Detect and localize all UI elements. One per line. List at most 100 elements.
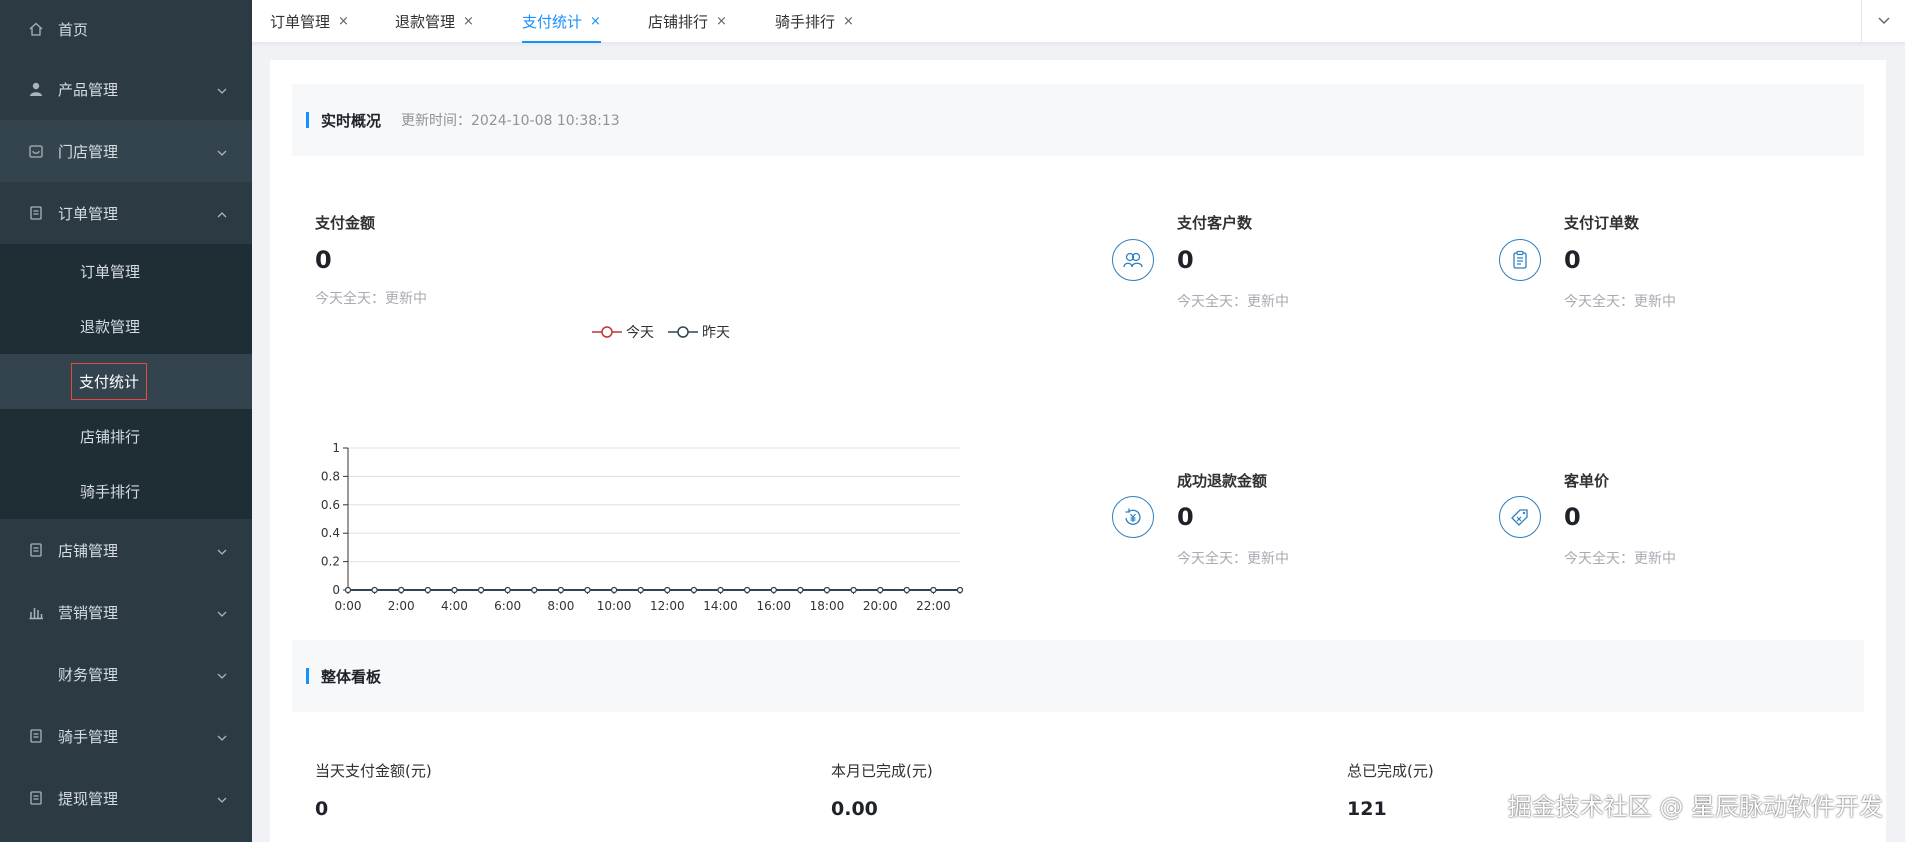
chart-legend: 今天 昨天 — [592, 322, 744, 342]
close-icon[interactable]: × — [590, 14, 601, 29]
tab-bar: 订单管理 × 退款管理 × 支付统计 × 店铺排行 × 骑手排行 × — [252, 0, 1905, 43]
close-icon[interactable]: × — [338, 14, 349, 29]
chevron-down-icon — [216, 668, 228, 680]
tab-payment-stats[interactable]: 支付统计 × — [522, 0, 601, 43]
data-point — [637, 586, 644, 594]
tab-shop-rank[interactable]: 店铺排行 × — [648, 0, 727, 43]
sidebar-item-product[interactable]: 产品管理 — [0, 58, 252, 120]
data-point — [584, 586, 591, 594]
pay-customers-sub: 今天全天：更新中 — [1177, 294, 1289, 310]
chevron-down-icon — [216, 83, 228, 95]
sidebar-subitem-shop-rank[interactable]: 店铺排行 — [0, 409, 252, 464]
close-icon[interactable]: × — [843, 14, 854, 29]
tab-refund-management[interactable]: 退款管理 × — [395, 0, 474, 43]
update-time: 更新时间：2024-10-08 10:38:13 — [401, 113, 620, 129]
rider-icon — [28, 728, 44, 744]
section-accent-bar — [306, 112, 309, 128]
sidebar-item-label: 首页 — [58, 20, 89, 39]
x-tick-label: 14:00 — [703, 599, 738, 610]
data-point — [344, 586, 352, 594]
data-point — [930, 586, 937, 594]
section-title: 整体看板 — [321, 667, 382, 686]
sidebar-item-finance[interactable]: 财务管理 — [0, 643, 252, 705]
legend-item-today[interactable]: 今天 — [592, 322, 654, 342]
tab-order-management[interactable]: 订单管理 × — [270, 0, 349, 43]
board-month-label: 本月已完成(元) — [831, 762, 933, 780]
data-point — [451, 586, 458, 594]
chevron-up-icon — [216, 207, 228, 219]
sidebar-item-label: 提现管理 — [58, 789, 119, 808]
pay-amount-sub: 今天全天：更新中 — [315, 291, 427, 307]
data-point — [744, 586, 751, 594]
x-tick-label: 4:00 — [441, 599, 468, 610]
sidebar-item-marketing[interactable]: 营销管理 — [0, 581, 252, 643]
price-tag-icon — [1499, 496, 1541, 538]
unit-price-value: 0 — [1564, 503, 1581, 531]
board-total-label: 总已完成(元) — [1347, 762, 1434, 780]
y-tick-label: 0 — [332, 583, 340, 597]
sidebar-subitem-refund[interactable]: 退款管理 — [0, 299, 252, 354]
y-tick-label: 0.6 — [321, 498, 340, 512]
unit-price-label: 客单价 — [1564, 472, 1610, 490]
board-today-label: 当天支付金额(元) — [315, 762, 432, 780]
sidebar-item-rider[interactable]: 骑手管理 — [0, 705, 252, 767]
legend-item-yesterday[interactable]: 昨天 — [668, 322, 730, 342]
watermark: 掘金技术社区 @ 星辰脉动软件开发 — [1507, 793, 1883, 821]
x-tick-label: 18:00 — [810, 599, 845, 610]
y-tick-label: 0.4 — [321, 526, 340, 540]
pay-customers-label: 支付客户数 — [1177, 214, 1253, 232]
x-tick-label: 12:00 — [650, 599, 685, 610]
x-tick-label: 2:00 — [388, 599, 415, 610]
data-point — [398, 586, 405, 594]
refund-amount-label: 成功退款金额 — [1177, 472, 1268, 490]
close-icon[interactable]: × — [463, 14, 474, 29]
pay-amount-label: 支付金额 — [315, 214, 376, 232]
x-tick-label: 6:00 — [494, 599, 521, 610]
x-tick-label: 22:00 — [916, 599, 951, 610]
data-point — [610, 586, 618, 594]
data-point — [903, 586, 910, 594]
refund-yen-icon — [1112, 496, 1154, 538]
sidebar-item-label: 订单管理 — [58, 204, 119, 223]
sidebar-item-label: 门店管理 — [58, 142, 119, 161]
shop-icon — [28, 542, 44, 558]
board-total-value: 121 — [1347, 798, 1387, 820]
section-title: 实时概况 — [321, 111, 382, 130]
order-submenu: 订单管理 退款管理 支付统计 店铺排行 骑手排行 — [0, 244, 252, 519]
pay-orders-sub: 今天全天：更新中 — [1564, 294, 1676, 310]
payment-line-chart: 00.20.40.60.810:00 2:00 4:00 6:00 8:00 10:00 1… — [321, 441, 964, 610]
chevron-down-icon — [216, 145, 228, 157]
data-point — [424, 586, 431, 594]
user-icon — [28, 81, 44, 97]
data-point — [531, 586, 538, 594]
sidebar-item-home[interactable]: 首页 — [0, 0, 252, 58]
legend-label: 昨天 — [702, 325, 730, 341]
sidebar-subitem-payment-stats[interactable]: 支付统计 — [0, 354, 252, 409]
sidebar-item-withdraw[interactable]: 提现管理 — [0, 767, 252, 829]
y-tick-label: 1 — [332, 441, 340, 455]
board-header: 整体看板 — [292, 640, 1864, 712]
unit-price-sub: 今天全天：更新中 — [1564, 551, 1676, 567]
order-icon — [28, 205, 44, 221]
data-point — [717, 586, 724, 594]
chevron-down-icon — [1877, 13, 1891, 31]
refund-amount-value: 0 — [1177, 503, 1194, 531]
chevron-down-icon — [216, 606, 228, 618]
tab-more-button[interactable] — [1861, 0, 1905, 43]
sidebar-subitem-order[interactable]: 订单管理 — [0, 244, 252, 299]
board-month-value: 0.00 — [831, 798, 878, 820]
tab-rider-rank[interactable]: 骑手排行 × — [775, 0, 854, 43]
data-point — [877, 586, 884, 594]
sidebar-subitem-rider-rank[interactable]: 骑手排行 — [0, 464, 252, 519]
customers-icon — [1112, 239, 1154, 281]
close-icon[interactable]: × — [716, 14, 727, 29]
sidebar-item-order[interactable]: 订单管理 — [0, 182, 252, 244]
data-point — [956, 586, 964, 594]
x-tick-label: 10:00 — [597, 599, 632, 610]
orders-clipboard-icon — [1499, 239, 1541, 281]
x-tick-label: 16:00 — [756, 599, 791, 610]
sidebar-item-label: 财务管理 — [58, 665, 119, 684]
data-point — [557, 586, 564, 594]
sidebar-item-shop[interactable]: 店铺管理 — [0, 519, 252, 581]
sidebar-item-store[interactable]: 门店管理 — [0, 120, 252, 182]
